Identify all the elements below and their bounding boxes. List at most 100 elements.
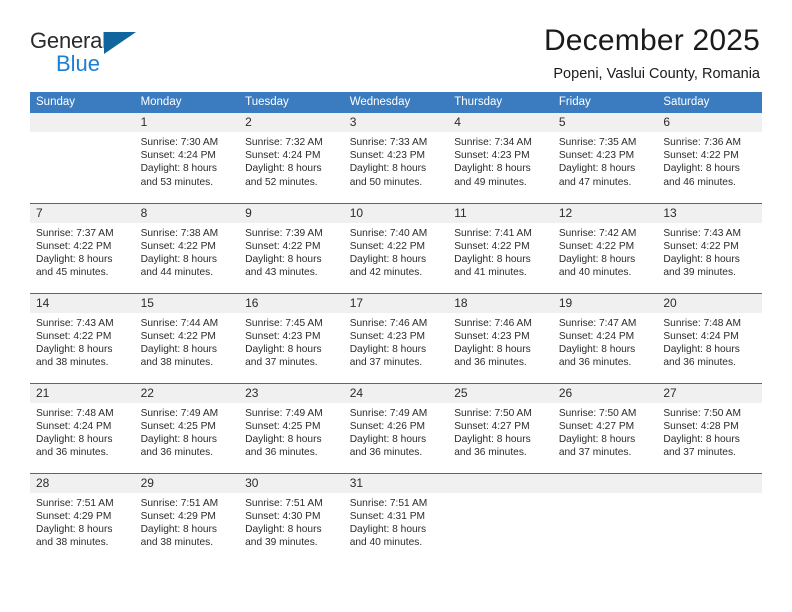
- day-detail-line: Sunset: 4:26 PM: [349, 420, 426, 432]
- calendar-day-cell[interactable]: 24 Sunrise: 7:49 AM Sunset: 4:26 PM Dayligh…: [343, 382, 449, 473]
- day-detail-line: Sunset: 4:25 PM: [245, 420, 321, 432]
- day-detail-line: Sunrise: 7:42 AM: [558, 227, 637, 239]
- calendar-day-cell[interactable]: 5 Sunrise: 7:35 AM Sunset: 4:23 PM Daylight…: [552, 113, 658, 203]
- calendar-day-cell[interactable]: 23 Sunrise: 7:49 AM Sunset: 4:25 PM Dayligh…: [239, 382, 344, 473]
- calendar-day-cell[interactable]: 31 Sunrise: 7:51 AM Sunset: 4:31 PM Dayligh…: [343, 472, 449, 563]
- day-detail-line: Daylight: 8 hours: [140, 523, 218, 535]
- calendar-day-cell[interactable]: 1 Sunrise: 7:30 AM Sunset: 4:24 PM Daylight…: [134, 113, 240, 203]
- day-number: 8: [134, 203, 240, 223]
- day-detail-line: Daylight: 8 hours: [454, 433, 531, 445]
- day-detail-line: and 36 minutes.: [454, 357, 527, 369]
- calendar-day-cell[interactable]: 21 Sunrise: 7:48 AM Sunset: 4:24 PM Dayligh…: [30, 382, 135, 473]
- day-details: Sunrise: 7:51 AM Sunset: 4:31 PM Daylight:…: [344, 493, 449, 550]
- calendar-day-cell[interactable]: 20 Sunrise: 7:48 AM Sunset: 4:24 PM Dayligh…: [657, 292, 762, 383]
- day-details: Sunrise: 7:35 AM Sunset: 4:23 PM Daylight:…: [553, 132, 658, 189]
- day-detail-line: Daylight: 8 hours: [663, 343, 740, 355]
- calendar-day-cell[interactable]: 13 Sunrise: 7:43 AM Sunset: 4:22 PM Dayligh…: [657, 202, 762, 293]
- calendar-day-cell[interactable]: 2 Sunrise: 7:32 AM Sunset: 4:24 PM Daylight…: [239, 113, 344, 203]
- day-detail-line: and 36 minutes.: [454, 447, 527, 459]
- day-detail-line: Sunrise: 7:50 AM: [663, 407, 741, 419]
- day-detail-line: Daylight: 8 hours: [663, 163, 740, 175]
- day-detail-line: Daylight: 8 hours: [663, 433, 740, 445]
- day-detail-line: and 36 minutes.: [663, 357, 736, 369]
- day-detail-line: Sunset: 4:22 PM: [36, 330, 112, 342]
- day-detail-line: and 46 minutes.: [663, 176, 736, 188]
- day-detail-line: Sunrise: 7:32 AM: [245, 137, 323, 148]
- day-detail-line: Sunset: 4:31 PM: [349, 510, 426, 522]
- calendar-day-cell[interactable]: 12 Sunrise: 7:42 AM Sunset: 4:22 PM Dayligh…: [552, 202, 658, 293]
- day-detail-line: Daylight: 8 hours: [349, 433, 427, 445]
- calendar-day-cell[interactable]: 7 Sunrise: 7:37 AM Sunset: 4:22 PM Daylight…: [30, 202, 135, 293]
- calendar-day-cell[interactable]: 14 Sunrise: 7:43 AM Sunset: 4:22 PM Dayligh…: [30, 292, 135, 383]
- weekday-header-saturday: Saturday: [657, 92, 762, 113]
- day-detail-line: Sunset: 4:23 PM: [454, 150, 530, 162]
- calendar-body: 1 Sunrise: 7:30 AM Sunset: 4:24 PM Daylight…: [30, 113, 762, 563]
- day-detail-line: Daylight: 8 hours: [36, 343, 113, 355]
- day-number: 22: [134, 383, 240, 403]
- day-detail-line: and 36 minutes.: [140, 447, 214, 459]
- calendar-day-cell[interactable]: 17 Sunrise: 7:46 AM Sunset: 4:23 PM Dayligh…: [343, 292, 449, 383]
- day-detail-line: Daylight: 8 hours: [245, 163, 322, 175]
- calendar-empty-cell: [657, 472, 762, 563]
- day-number: 11: [448, 203, 553, 223]
- day-number: 30: [239, 473, 344, 493]
- day-details: Sunrise: 7:49 AM Sunset: 4:25 PM Daylight:…: [135, 403, 240, 460]
- calendar-day-cell[interactable]: 26 Sunrise: 7:50 AM Sunset: 4:27 PM Dayligh…: [552, 382, 658, 473]
- day-number: 20: [657, 293, 762, 313]
- general-blue-logo[interactable]: General Blue: [30, 24, 160, 75]
- calendar-day-cell[interactable]: 3 Sunrise: 7:33 AM Sunset: 4:23 PM Daylight…: [343, 113, 449, 203]
- day-details: Sunrise: 7:42 AM Sunset: 4:22 PM Daylight:…: [553, 223, 658, 280]
- day-number: 9: [239, 203, 344, 223]
- calendar-day-cell[interactable]: 10 Sunrise: 7:40 AM Sunset: 4:22 PM Dayligh…: [343, 202, 449, 293]
- day-detail-line: and 37 minutes.: [245, 357, 318, 369]
- calendar-empty-cell: [552, 472, 658, 563]
- day-detail-line: Daylight: 8 hours: [349, 163, 427, 175]
- day-detail-line: and 50 minutes.: [349, 176, 423, 188]
- title-block: December 2025 Popeni, Vaslui County, Rom…: [544, 24, 760, 83]
- day-detail-line: Daylight: 8 hours: [36, 523, 113, 535]
- calendar-day-cell[interactable]: 16 Sunrise: 7:45 AM Sunset: 4:23 PM Dayligh…: [239, 292, 344, 383]
- calendar-day-cell[interactable]: 29 Sunrise: 7:51 AM Sunset: 4:29 PM Dayligh…: [134, 472, 240, 563]
- logo-triangle-icon: [104, 32, 136, 54]
- day-details: Sunrise: 7:48 AM Sunset: 4:24 PM Daylight:…: [30, 403, 135, 460]
- page-header: General Blue December 2025 Popeni, Vaslu…: [0, 0, 792, 83]
- calendar-day-cell[interactable]: 30 Sunrise: 7:51 AM Sunset: 4:30 PM Dayligh…: [239, 472, 344, 563]
- calendar-day-cell[interactable]: 18 Sunrise: 7:46 AM Sunset: 4:23 PM Dayligh…: [448, 292, 553, 383]
- day-detail-line: Sunrise: 7:49 AM: [349, 407, 428, 419]
- calendar-day-cell[interactable]: 25 Sunrise: 7:50 AM Sunset: 4:27 PM Dayligh…: [448, 382, 553, 473]
- day-detail-line: Sunrise: 7:49 AM: [245, 407, 323, 419]
- day-number: [552, 473, 658, 493]
- day-details: Sunrise: 7:48 AM Sunset: 4:24 PM Daylight:…: [657, 313, 762, 370]
- calendar-day-cell[interactable]: 11 Sunrise: 7:41 AM Sunset: 4:22 PM Dayligh…: [448, 202, 553, 293]
- calendar-day-cell[interactable]: 8 Sunrise: 7:38 AM Sunset: 4:22 PM Daylight…: [134, 202, 240, 293]
- calendar-day-cell[interactable]: 9 Sunrise: 7:39 AM Sunset: 4:22 PM Daylight…: [239, 202, 344, 293]
- day-detail-line: Sunrise: 7:51 AM: [36, 497, 114, 509]
- day-details: Sunrise: 7:46 AM Sunset: 4:23 PM Daylight:…: [344, 313, 449, 370]
- day-detail-line: Sunrise: 7:43 AM: [663, 227, 741, 239]
- day-number: 24: [343, 383, 449, 403]
- calendar-day-cell[interactable]: 27 Sunrise: 7:50 AM Sunset: 4:28 PM Dayligh…: [657, 382, 762, 473]
- calendar-day-cell[interactable]: 22 Sunrise: 7:49 AM Sunset: 4:25 PM Dayligh…: [134, 382, 240, 473]
- day-detail-line: Sunrise: 7:39 AM: [245, 227, 323, 239]
- day-detail-line: Sunset: 4:24 PM: [663, 330, 739, 342]
- calendar-day-cell[interactable]: 19 Sunrise: 7:47 AM Sunset: 4:24 PM Dayligh…: [552, 292, 658, 383]
- day-number: 14: [30, 293, 135, 313]
- day-details: Sunrise: 7:36 AM Sunset: 4:22 PM Daylight:…: [657, 132, 762, 189]
- day-detail-line: Sunset: 4:22 PM: [36, 240, 112, 252]
- calendar-day-cell[interactable]: 15 Sunrise: 7:44 AM Sunset: 4:22 PM Dayligh…: [134, 292, 240, 383]
- day-detail-line: Sunset: 4:23 PM: [349, 150, 426, 162]
- day-details: Sunrise: 7:32 AM Sunset: 4:24 PM Daylight:…: [239, 132, 344, 189]
- calendar-day-cell[interactable]: 6 Sunrise: 7:36 AM Sunset: 4:22 PM Daylight…: [657, 113, 762, 203]
- day-details: Sunrise: 7:33 AM Sunset: 4:23 PM Daylight:…: [344, 132, 449, 189]
- calendar-day-cell[interactable]: 4 Sunrise: 7:34 AM Sunset: 4:23 PM Daylight…: [448, 113, 553, 203]
- weekday-header-row: Sunday Monday Tuesday Wednesday Thursday…: [30, 92, 762, 113]
- day-detail-line: Daylight: 8 hours: [349, 343, 427, 355]
- day-detail-line: and 53 minutes.: [140, 176, 214, 188]
- weekday-header-tuesday: Tuesday: [239, 92, 344, 113]
- day-details: Sunrise: 7:34 AM Sunset: 4:23 PM Daylight:…: [448, 132, 553, 189]
- day-number: 13: [657, 203, 762, 223]
- page-subtitle: Popeni, Vaslui County, Romania: [553, 66, 760, 82]
- weekday-header-sunday: Sunday: [30, 92, 135, 113]
- calendar-day-cell[interactable]: 28 Sunrise: 7:51 AM Sunset: 4:29 PM Dayligh…: [30, 472, 135, 563]
- day-details: Sunrise: 7:41 AM Sunset: 4:22 PM Daylight:…: [448, 223, 553, 280]
